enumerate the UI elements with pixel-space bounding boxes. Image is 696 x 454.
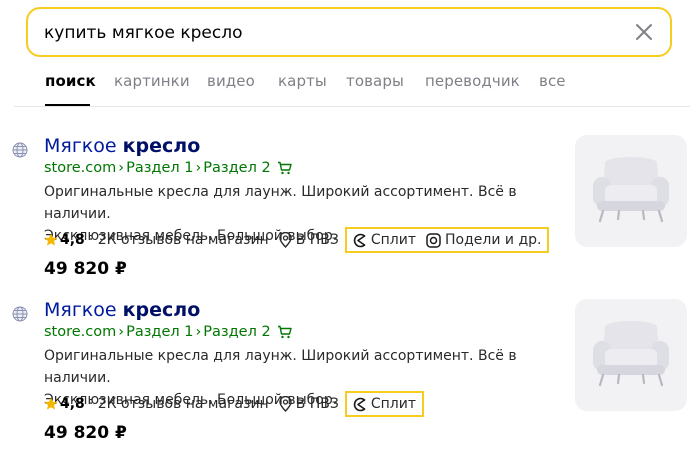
close-icon[interactable]	[634, 22, 654, 42]
result-meta: 4,8 · 2К отзывов на магазин В ПВЗ Сплит …	[44, 227, 550, 253]
breadcrumb: store.com › Раздел 1 › Раздел 2	[44, 160, 292, 176]
breadcrumb-section-2[interactable]: Раздел 2	[203, 160, 270, 176]
search-result: Мягкое кресло store.com › Раздел 1 › Раз…	[0, 299, 696, 449]
globe-icon	[12, 306, 28, 322]
pickup-point-label: В ПВЗ	[295, 396, 339, 412]
product-thumbnail[interactable]	[575, 135, 687, 247]
breadcrumb-separator: ›	[195, 160, 202, 176]
armchair-image	[593, 321, 669, 387]
split-icon	[353, 397, 366, 411]
breadcrumb-site[interactable]: store.com	[44, 324, 116, 340]
pickup-point-label: В ПВЗ	[295, 232, 339, 248]
split-badge-label: Сплит	[370, 396, 417, 412]
tab-search[interactable]: поиск	[45, 72, 96, 90]
tab-maps[interactable]: карты	[278, 72, 327, 90]
location-pin-icon	[279, 232, 292, 248]
tab-video[interactable]: видео	[207, 72, 255, 90]
tab-translator[interactable]: переводчик	[425, 72, 520, 90]
breadcrumb-section-1[interactable]: Раздел 1	[126, 324, 193, 340]
split-badge-label: Сплит	[370, 232, 417, 248]
cart-icon	[277, 325, 292, 339]
breadcrumb-separator: ›	[118, 160, 125, 176]
result-title-link[interactable]: Мягкое кресло	[44, 299, 200, 321]
snippet-line: Оригинальные кресла для лаунж. Широкий а…	[44, 348, 517, 386]
snippet-line: Оригинальные кресла для лаунж. Широкий а…	[44, 184, 517, 222]
tabs-divider	[14, 106, 690, 107]
breadcrumb-separator: ›	[195, 324, 202, 340]
reviews-link[interactable]: · 2К отзывов на магазин	[89, 232, 269, 248]
price: 49 820 ₽	[44, 259, 127, 279]
breadcrumb: store.com › Раздел 1 › Раздел 2	[44, 324, 292, 340]
result-meta: 4,8 · 2К отзывов на магазин В ПВЗ Сплит	[44, 391, 425, 417]
share-badge[interactable]: Подели и др.	[426, 232, 541, 248]
payment-badges: Сплит	[344, 391, 425, 417]
globe-icon	[12, 142, 28, 158]
share-badge-label: Подели и др.	[445, 232, 542, 248]
search-bar	[26, 7, 672, 57]
rating-value: 4,8	[60, 232, 85, 248]
tab-goods[interactable]: товары	[346, 72, 404, 90]
rating-value: 4,8	[60, 396, 85, 412]
breadcrumb-site[interactable]: store.com	[44, 160, 116, 176]
payment-badges: Сплит Подели и др.	[344, 227, 550, 253]
breadcrumb-section-1[interactable]: Раздел 1	[126, 160, 193, 176]
split-badge[interactable]: Сплит	[352, 396, 416, 412]
result-title-link[interactable]: Мягкое кресло	[44, 135, 200, 157]
cart-icon	[277, 161, 292, 175]
tab-images[interactable]: картинки	[114, 72, 190, 90]
star-icon	[44, 233, 58, 246]
split-badge[interactable]: Сплит	[352, 232, 416, 248]
reviews-link[interactable]: · 2К отзывов на магазин	[89, 396, 269, 412]
price: 49 820 ₽	[44, 423, 127, 443]
split-icon	[353, 233, 366, 247]
star-icon	[44, 397, 58, 410]
tab-all[interactable]: все	[539, 72, 566, 90]
share-payment-icon	[426, 232, 441, 248]
search-input[interactable]	[44, 21, 604, 45]
product-thumbnail[interactable]	[575, 299, 687, 411]
breadcrumb-separator: ›	[118, 324, 125, 340]
search-result: Мягкое кресло store.com › Раздел 1 › Раз…	[0, 135, 696, 285]
location-pin-icon	[279, 396, 292, 412]
breadcrumb-section-2[interactable]: Раздел 2	[203, 324, 270, 340]
armchair-image	[593, 157, 669, 223]
